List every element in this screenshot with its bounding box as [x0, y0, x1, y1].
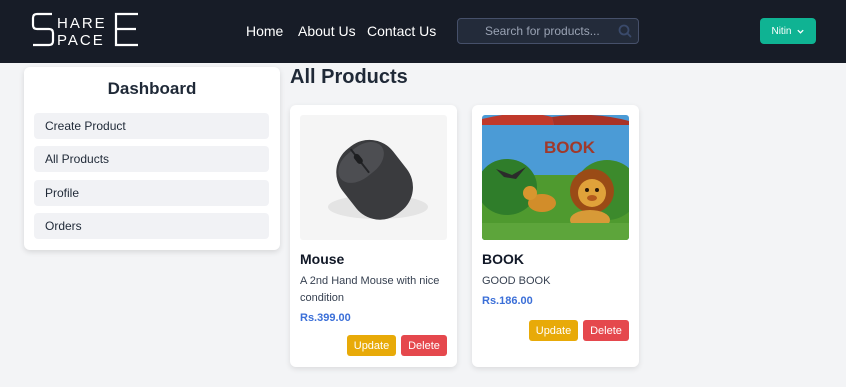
book-cover-text: BOOK	[544, 138, 596, 157]
product-image-mouse	[300, 115, 447, 240]
page-title: All Products	[290, 66, 408, 88]
navbar: HARE PACE Home About Us Contact Us Nitin	[0, 0, 846, 63]
chevron-down-icon	[796, 29, 804, 34]
product-card-book: BOOK BOOK GOOD BOOK Rs.186.00 Update Del…	[472, 105, 639, 367]
user-name: Nitin	[771, 25, 792, 37]
update-button[interactable]: Update	[529, 320, 578, 341]
product-price: Rs.399.00	[300, 312, 351, 324]
product-description: GOOD BOOK	[482, 275, 551, 287]
dashboard-panel: Dashboard Create Product All Products Pr…	[24, 67, 280, 250]
product-price: Rs.186.00	[482, 295, 533, 307]
product-name: Mouse	[300, 251, 345, 267]
logo-icon: HARE PACE	[31, 12, 138, 49]
search-box	[457, 18, 640, 44]
product-name: BOOK	[482, 251, 524, 267]
search-icon[interactable]	[617, 23, 633, 39]
sidebar-item-create-product[interactable]: Create Product	[34, 113, 269, 139]
mouse-image-icon	[328, 139, 428, 220]
product-description: A 2nd Hand Mouse with nice condition	[300, 275, 440, 304]
logo-bottom-text: PACE	[57, 32, 105, 49]
sidebar-item-orders[interactable]: Orders	[34, 213, 269, 239]
delete-button[interactable]: Delete	[583, 320, 629, 341]
logo[interactable]: HARE PACE	[30, 10, 142, 50]
search-input[interactable]	[458, 19, 640, 43]
logo-top-text: HARE	[57, 15, 107, 32]
user-menu-button[interactable]: Nitin	[760, 18, 816, 44]
product-card-mouse: Mouse A 2nd Hand Mouse with nice conditi…	[290, 105, 457, 367]
sidebar-item-profile[interactable]: Profile	[34, 180, 269, 206]
nav-link-about[interactable]: About Us	[298, 22, 356, 40]
nav-link-contact[interactable]: Contact Us	[367, 22, 436, 40]
sidebar-item-all-products[interactable]: All Products	[34, 146, 269, 172]
update-button[interactable]: Update	[347, 335, 396, 356]
product-image-book: BOOK	[482, 115, 629, 240]
book-cover-image-icon: BOOK	[482, 115, 629, 240]
delete-button[interactable]: Delete	[401, 335, 447, 356]
nav-link-home[interactable]: Home	[246, 22, 283, 40]
dashboard-title: Dashboard	[107, 79, 197, 98]
